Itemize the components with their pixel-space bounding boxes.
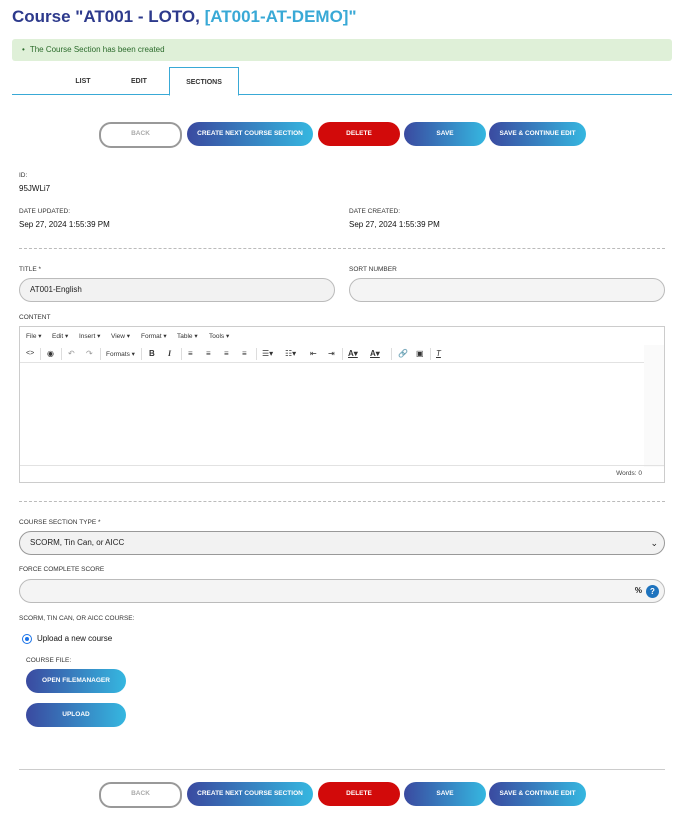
page-title-suffix: " [348, 7, 357, 26]
divider [19, 248, 665, 249]
sort-number-label: SORT NUMBER [349, 266, 397, 273]
toolbar-separator [141, 348, 142, 360]
image-icon[interactable]: ▣ [416, 349, 424, 359]
upload-radio[interactable] [22, 634, 32, 644]
toolbar-separator [61, 348, 62, 360]
section-type-select[interactable]: SCORM, Tin Can, or AICC ⌄ [19, 531, 665, 555]
toolbar-separator [181, 348, 182, 360]
alert-bullet: • [22, 45, 25, 54]
menu-insert[interactable]: Insert ▾ [79, 332, 100, 340]
toolbar-separator [430, 348, 431, 360]
chevron-down-icon: ⌄ [650, 538, 658, 548]
menu-edit[interactable]: Edit ▾ [52, 332, 68, 340]
percent-sign: % [634, 586, 642, 595]
date-created-value: Sep 27, 2024 1:55:39 PM [349, 220, 440, 229]
delete-button[interactable]: DELETE [318, 122, 400, 146]
tab-edit[interactable]: EDIT [116, 67, 162, 95]
save-button[interactable]: SAVE [404, 122, 486, 146]
word-count: Words: 0 [616, 470, 642, 477]
background-color-icon[interactable]: A▾ [370, 349, 380, 359]
id-label: ID: [19, 172, 28, 179]
bold-icon[interactable]: B [149, 349, 155, 359]
title-label: TITLE * [19, 266, 42, 273]
undo-icon[interactable]: ↶ [68, 349, 75, 359]
rich-text-editor: File ▾ Edit ▾ Insert ▾ View ▾ Format ▾ T… [19, 326, 665, 483]
upload-button[interactable]: UPLOAD [26, 703, 126, 727]
sort-number-input[interactable] [349, 278, 665, 302]
force-score-input[interactable]: % ? [19, 579, 665, 603]
help-icon[interactable]: ? [646, 585, 659, 598]
page-title-prefix: Course "AT001 - LOTO, [12, 7, 205, 26]
tab-list[interactable]: LIST [60, 67, 106, 95]
italic-icon[interactable]: I [168, 349, 171, 359]
scorm-label: SCORM, TIN CAN, OR AICC COURSE: [19, 615, 135, 622]
content-label: CONTENT [19, 314, 51, 321]
date-updated-value: Sep 27, 2024 1:55:39 PM [19, 220, 110, 229]
course-code: [AT001-AT-DEMO] [204, 7, 349, 26]
success-alert: • The Course Section has been created [12, 39, 672, 61]
save-continue-button[interactable]: SAVE & CONTINUE EDIT [489, 122, 586, 146]
editor-body[interactable] [20, 364, 645, 467]
upload-option-label[interactable]: Upload a new course [37, 634, 112, 643]
align-justify-icon[interactable]: ≡ [242, 349, 247, 359]
divider [19, 769, 665, 770]
create-next-section-button[interactable]: CREATE NEXT COURSE SECTION [187, 122, 313, 146]
toolbar-separator [100, 348, 101, 360]
align-left-icon[interactable]: ≡ [188, 349, 193, 359]
align-right-icon[interactable]: ≡ [224, 349, 229, 359]
toolbar-separator [391, 348, 392, 360]
title-input[interactable]: AT001-English [19, 278, 335, 302]
section-type-value: SCORM, Tin Can, or AICC [30, 538, 125, 547]
bullet-list-icon[interactable]: ☰▾ [262, 349, 273, 359]
alert-message: The Course Section has been created [29, 45, 165, 54]
page-title: Course "AT001 - LOTO, [AT001-AT-DEMO]" [12, 7, 357, 27]
date-created-label: DATE CREATED: [349, 208, 401, 215]
toolbar-separator [40, 348, 41, 360]
open-filemanager-button[interactable]: OPEN FILEMANAGER [26, 669, 126, 693]
menu-format[interactable]: Format ▾ [141, 332, 167, 340]
divider [19, 501, 665, 502]
save-continue-button[interactable]: SAVE & CONTINUE EDIT [489, 782, 586, 806]
text-color-icon[interactable]: A▾ [348, 349, 358, 359]
menu-table[interactable]: Table ▾ [177, 332, 198, 340]
date-updated-label: DATE UPDATED: [19, 208, 71, 215]
save-button[interactable]: SAVE [404, 782, 486, 806]
formats-dropdown[interactable]: Formats ▾ [106, 350, 135, 360]
delete-button[interactable]: DELETE [318, 782, 400, 806]
numbered-list-icon[interactable]: ☷▾ [285, 349, 296, 359]
editor-statusbar: Words: 0 [20, 465, 664, 482]
tab-bar: LIST EDIT SECTIONS [12, 67, 672, 96]
id-value: 95JWLi7 [19, 184, 51, 193]
preview-eye-icon[interactable]: ◉ [47, 349, 54, 359]
clear-formatting-icon[interactable]: T [436, 349, 441, 359]
section-type-label: COURSE SECTION TYPE * [19, 519, 101, 526]
source-code-icon[interactable]: <> [26, 349, 34, 359]
indent-icon[interactable]: ⇥ [328, 349, 335, 359]
back-button[interactable]: BACK [99, 782, 182, 808]
force-score-label: FORCE COMPLETE SCORE [19, 566, 105, 573]
editor-scrollbar[interactable] [644, 345, 664, 467]
editor-toolbar: <> ◉ ↶ ↷ Formats ▾ B I ≡ ≡ ≡ ≡ ☰▾ ☷▾ ⇤ ⇥… [20, 345, 645, 363]
course-file-label: COURSE FILE: [26, 657, 72, 664]
menu-tools[interactable]: Tools ▾ [209, 332, 229, 340]
toolbar-separator [256, 348, 257, 360]
align-center-icon[interactable]: ≡ [206, 349, 211, 359]
create-next-section-button[interactable]: CREATE NEXT COURSE SECTION [187, 782, 313, 806]
menu-file[interactable]: File ▾ [26, 332, 42, 340]
toolbar-separator [342, 348, 343, 360]
outdent-icon[interactable]: ⇤ [310, 349, 317, 359]
back-button[interactable]: BACK [99, 122, 182, 148]
menu-view[interactable]: View ▾ [111, 332, 130, 340]
redo-icon[interactable]: ↷ [86, 349, 93, 359]
link-icon[interactable]: 🔗 [398, 349, 408, 359]
editor-menubar: File ▾ Edit ▾ Insert ▾ View ▾ Format ▾ T… [20, 327, 664, 345]
tab-sections[interactable]: SECTIONS [169, 67, 239, 96]
